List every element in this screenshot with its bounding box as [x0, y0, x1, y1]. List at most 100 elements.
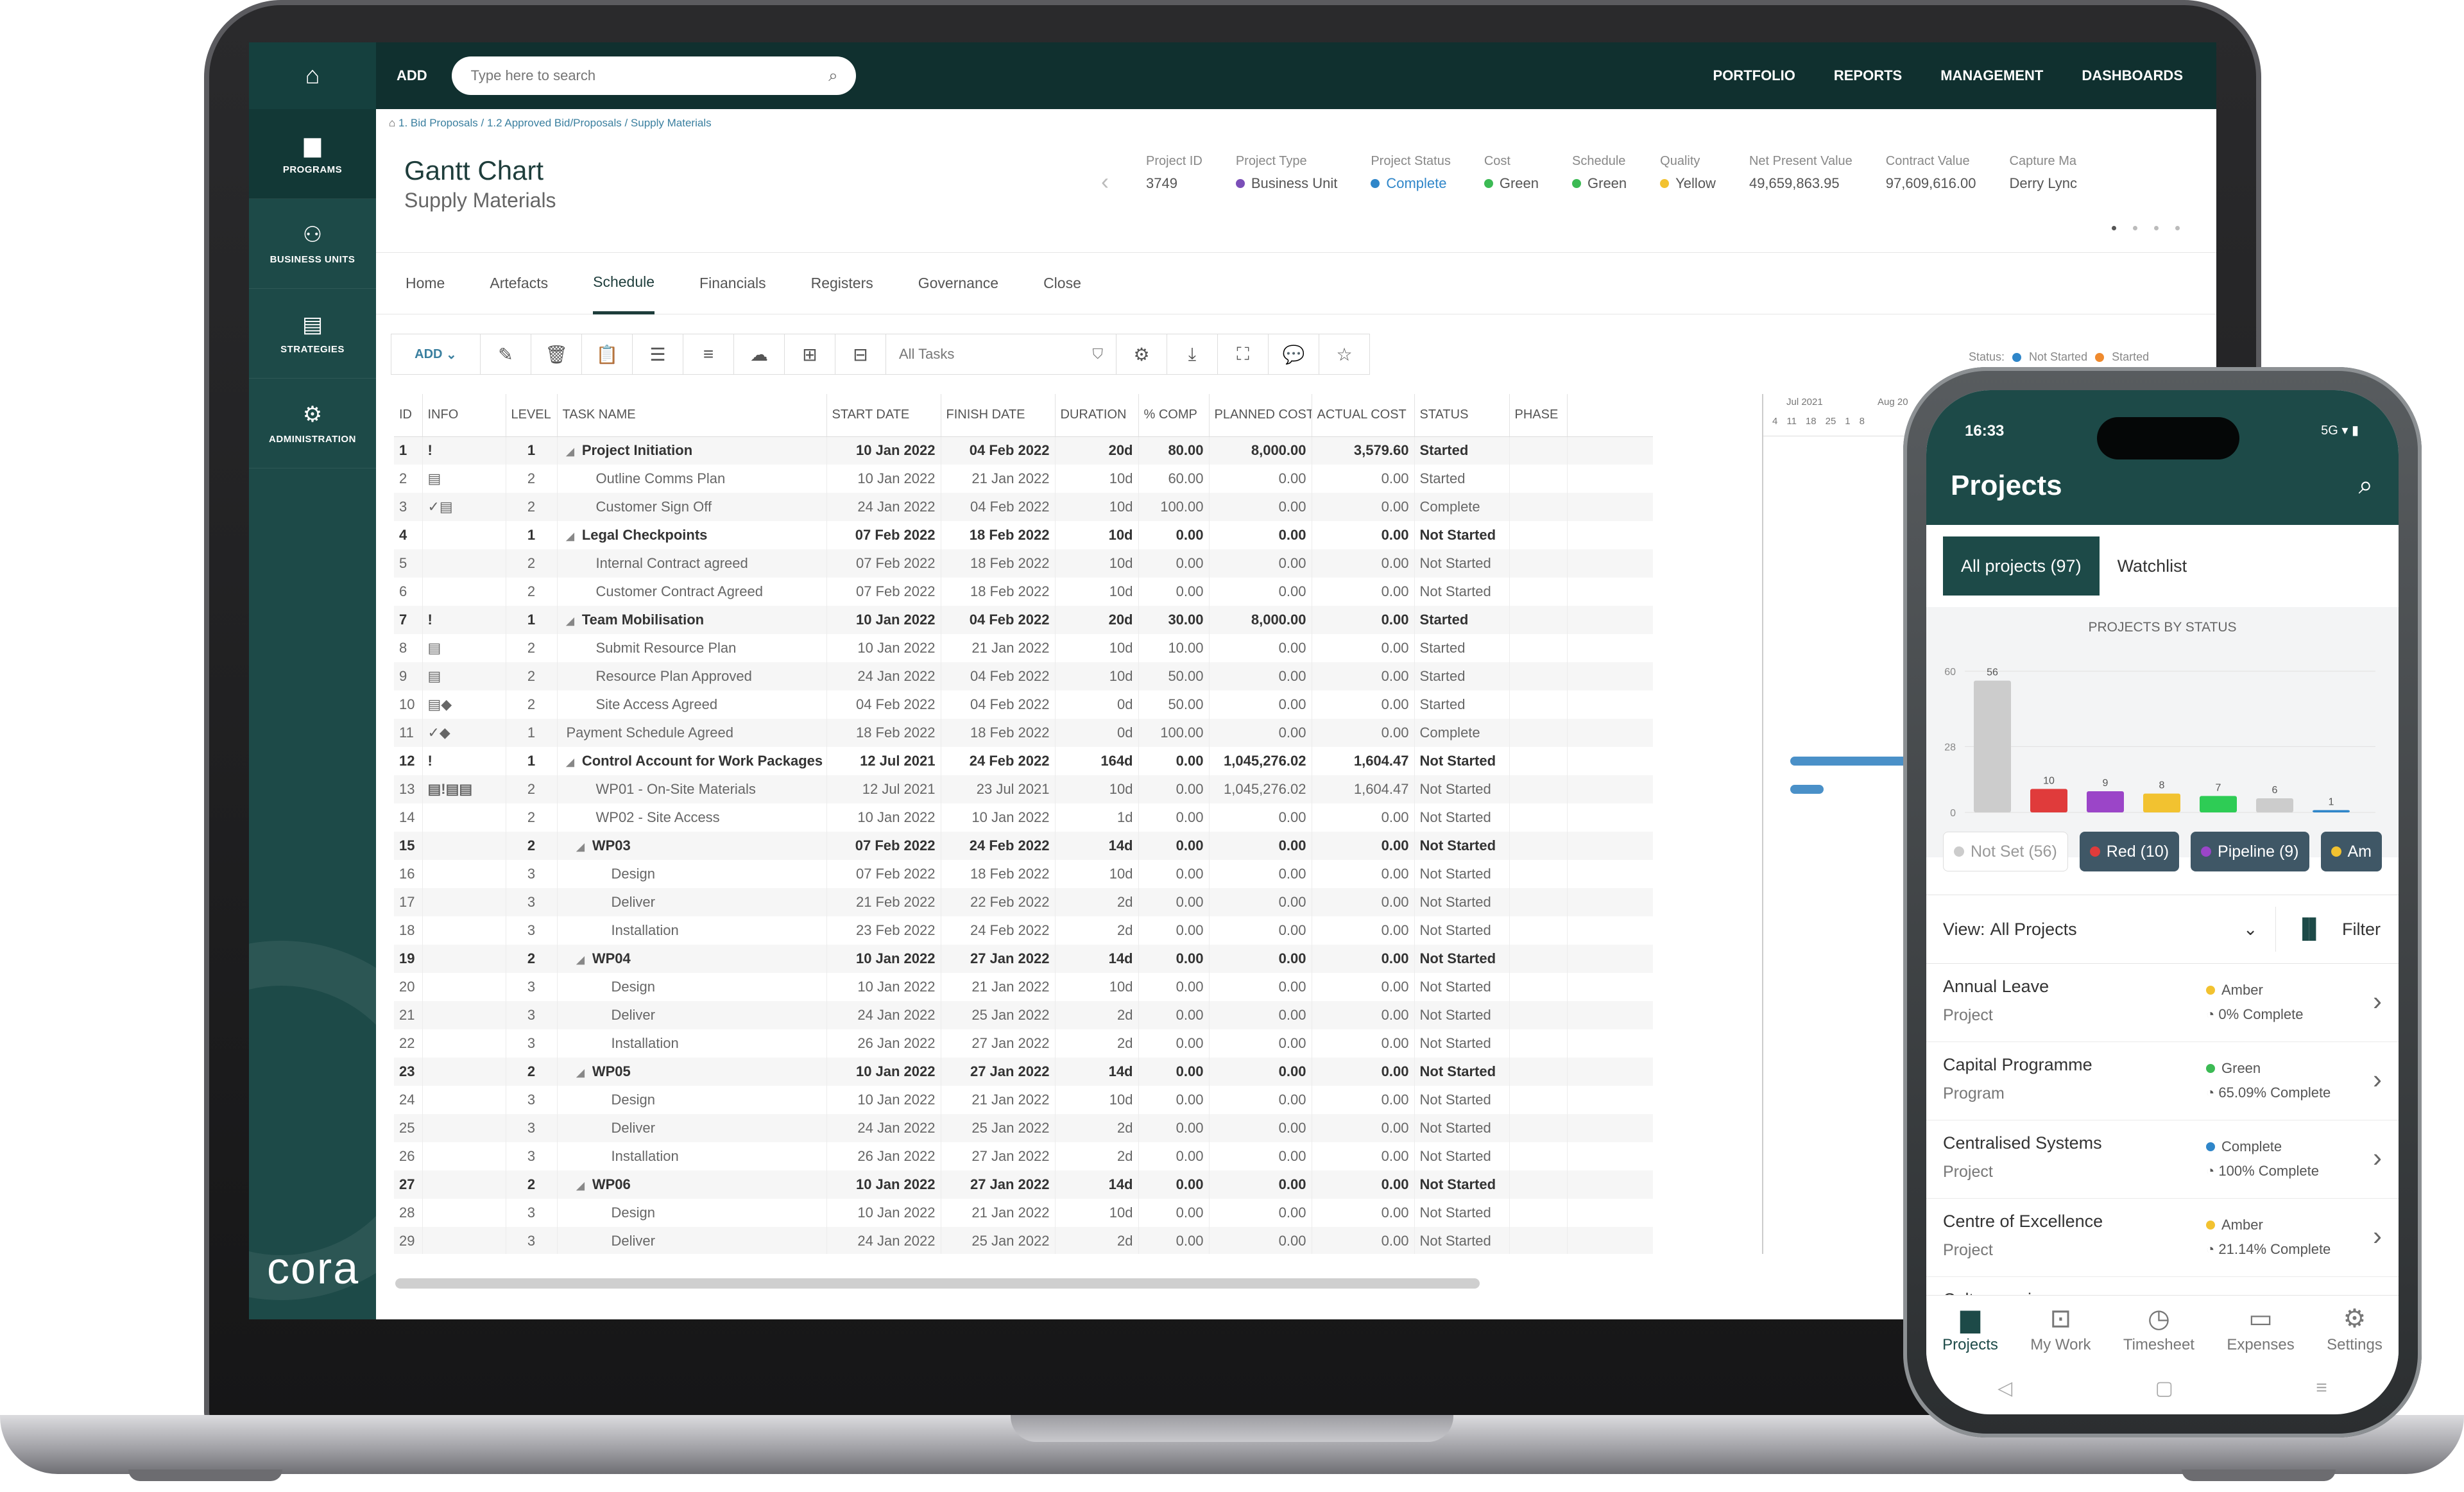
cell-task-name[interactable]: Installation	[557, 1029, 827, 1058]
bar-complete[interactable]	[2256, 798, 2293, 812]
delete-icon[interactable]: 🗑	[531, 334, 582, 375]
cell-task-name[interactable]: Design	[557, 1086, 827, 1114]
chevron-right-icon[interactable]: ›	[2373, 986, 2382, 1016]
bar-other[interactable]	[2313, 810, 2350, 812]
table-row[interactable]: 18 3 Installation 23 Feb 2022 24 Feb 2022 2d 0…	[394, 916, 1653, 945]
sidebar-item-programs[interactable]: ▆ PROGRAMS	[249, 109, 376, 199]
comment-icon[interactable]: 💬	[1268, 334, 1319, 375]
tab-registers[interactable]: Registers	[811, 253, 873, 314]
sidebar-item-business-units[interactable]: ⚇ BUSINESS UNITS	[249, 199, 376, 289]
cell-info[interactable]: ▤	[422, 662, 506, 690]
cell-task-name[interactable]: WP01 - On-Site Materials	[557, 775, 827, 803]
sidebar-item-strategies[interactable]: ▤ STRATEGIES	[249, 289, 376, 379]
cell-info[interactable]: !	[422, 606, 506, 634]
cell-task-name[interactable]: ◢ WP05	[557, 1058, 827, 1086]
tab-schedule[interactable]: Schedule	[593, 253, 655, 314]
cell-task-name[interactable]: Design	[557, 973, 827, 1001]
table-row[interactable]: 8 ▤ 2 Submit Resource Plan 10 Jan 2022 21 Jan…	[394, 634, 1653, 662]
breadcrumb[interactable]: ⌂ 1. Bid Proposals / 1.2 Approved Bid/Pr…	[389, 117, 712, 130]
breadcrumb-home-icon[interactable]: ⌂	[389, 117, 398, 129]
cell-info[interactable]: ▤	[422, 465, 506, 493]
table-row[interactable]: 24 3 Design 10 Jan 2022 21 Jan 2022 10d 0.00 0.…	[394, 1086, 1653, 1114]
collapse-triangle-icon[interactable]: ◢	[567, 447, 574, 458]
cell-task-name[interactable]: Customer Sign Off	[557, 493, 827, 521]
cell-info[interactable]	[422, 521, 506, 549]
download-icon[interactable]: ⤓	[1167, 334, 1218, 375]
fullscreen-icon[interactable]: ⛶	[1217, 334, 1269, 375]
cell-info[interactable]: ▤!▤▤	[422, 775, 506, 803]
back-icon[interactable]: ◁	[1998, 1377, 2012, 1400]
bar-amber[interactable]	[2143, 793, 2180, 812]
nav-my-work[interactable]: ⊡ My Work	[2030, 1296, 2091, 1362]
table-row[interactable]: 11 ✓◆ 1 Payment Schedule Agreed 18 Feb 2022 1…	[394, 719, 1653, 747]
table-row[interactable]: 4 1 ◢ Legal Checkpoints 07 Feb 2022 18 Feb 20…	[394, 521, 1653, 549]
tab-financials[interactable]: Financials	[699, 253, 766, 314]
bar-green[interactable]	[2200, 796, 2237, 812]
collapse-triangle-icon[interactable]: ◢	[577, 1068, 585, 1079]
sidebar-item-administration[interactable]: ⚙ ADMINISTRATION	[249, 379, 376, 468]
home-button-icon[interactable]: ▢	[2155, 1377, 2173, 1400]
cell-info[interactable]	[422, 832, 506, 860]
search-box[interactable]: ⌕	[451, 56, 856, 95]
table-row[interactable]: 9 ▤ 2 Resource Plan Approved 24 Jan 2022 04 F…	[394, 662, 1653, 690]
star-icon[interactable]: ☆	[1319, 334, 1370, 375]
chevron-left-icon[interactable]: ‹	[1101, 168, 1109, 195]
cell-info[interactable]	[422, 1170, 506, 1199]
table-row[interactable]: 20 3 Design 10 Jan 2022 21 Jan 2022 10d 0.00 0.…	[394, 973, 1653, 1001]
column-header[interactable]: PLANNED COST	[1209, 394, 1312, 437]
cell-task-name[interactable]: Installation	[557, 916, 827, 945]
cell-task-name[interactable]: Internal Contract agreed	[557, 549, 827, 578]
outdent-icon[interactable]: ≡	[683, 334, 734, 375]
column-header[interactable]: PHASE	[1509, 394, 1568, 437]
table-row[interactable]: 25 3 Deliver 24 Jan 2022 25 Jan 2022 2d 0.00 0.…	[394, 1114, 1653, 1142]
menu-icon[interactable]: ≡	[2316, 1377, 2327, 1399]
table-row[interactable]: 14 2 WP02 - Site Access 10 Jan 2022 10 Jan 2…	[394, 803, 1653, 832]
search-icon[interactable]: ⌕	[2359, 471, 2373, 500]
collapse-triangle-icon[interactable]: ◢	[577, 955, 585, 966]
cell-task-name[interactable]: ◢ Project Initiation	[557, 436, 827, 465]
clipboard-icon[interactable]: 📋	[581, 334, 633, 375]
bar-pipeline[interactable]	[2087, 791, 2124, 812]
table-row[interactable]: 13 ▤!▤▤ 2 WP01 - On-Site Materials 12 Jul 20…	[394, 775, 1653, 803]
pencil-icon[interactable]: ✎	[480, 334, 531, 375]
table-row[interactable]: 15 2 ◢ WP03 07 Feb 2022 24 Feb 2022 14d 0.00 0.0…	[394, 832, 1653, 860]
cell-task-name[interactable]: Deliver	[557, 1001, 827, 1029]
cell-info[interactable]	[422, 1029, 506, 1058]
cell-task-name[interactable]: Deliver	[557, 1227, 827, 1254]
status-pill[interactable]: Red (10)	[2079, 832, 2180, 871]
column-header[interactable]: LEVEL	[506, 394, 558, 437]
column-header[interactable]: % COMP	[1138, 394, 1210, 437]
cell-info[interactable]	[422, 973, 506, 1001]
collapse-triangle-icon[interactable]: ◢	[577, 1181, 585, 1192]
chevron-right-icon[interactable]: ›	[2373, 1064, 2382, 1095]
table-row[interactable]: 3 ✓▤ 2 Customer Sign Off 24 Jan 2022 04 Feb 2…	[394, 493, 1653, 521]
breadcrumb-path[interactable]: 1. Bid Proposals / 1.2 Approved Bid/Prop…	[398, 117, 712, 129]
cell-info[interactable]	[422, 1199, 506, 1227]
status-pill[interactable]: Not Set (56)	[1943, 832, 2068, 871]
nav-management[interactable]: MANAGEMENT	[1940, 67, 2043, 84]
cell-info[interactable]: ✓▤	[422, 493, 506, 521]
horizontal-scrollbar[interactable]	[395, 1278, 1480, 1289]
cell-task-name[interactable]: Deliver	[557, 1114, 827, 1142]
collapse-triangle-icon[interactable]: ◢	[567, 757, 574, 768]
table-row[interactable]: 10 ▤◆ 2 Site Access Agreed 04 Feb 2022 04 Feb…	[394, 690, 1653, 719]
status-pill[interactable]: Am	[2320, 832, 2382, 871]
bar-not-set[interactable]	[1974, 680, 2011, 812]
cell-info[interactable]	[422, 1058, 506, 1086]
collapse-triangle-icon[interactable]: ◢	[567, 616, 574, 627]
cell-task-name[interactable]: Design	[557, 1199, 827, 1227]
table-row[interactable]: 1! 1 ◢ Project Initiation 10 Jan 2022 04 Feb …	[394, 436, 1653, 465]
column-header[interactable]: START DATE	[826, 394, 941, 437]
column-header[interactable]: ACTUAL COST	[1312, 394, 1415, 437]
cell-info[interactable]	[422, 1142, 506, 1170]
chevron-right-icon[interactable]: ›	[2373, 1221, 2382, 1251]
cell-task-name[interactable]: Site Access Agreed	[557, 690, 827, 719]
column-header[interactable]: ID	[394, 394, 423, 437]
cell-task-name[interactable]: ◢ WP06	[557, 1170, 827, 1199]
cell-info[interactable]	[422, 945, 506, 973]
gantt-bar[interactable]	[1790, 785, 1824, 794]
cell-info[interactable]: !	[422, 747, 506, 775]
table-row[interactable]: 2 ▤ 2 Outline Comms Plan 10 Jan 2022 21 Jan 2…	[394, 465, 1653, 493]
nav-expenses[interactable]: ▭ Expenses	[2227, 1296, 2294, 1362]
tab-governance[interactable]: Governance	[918, 253, 998, 314]
